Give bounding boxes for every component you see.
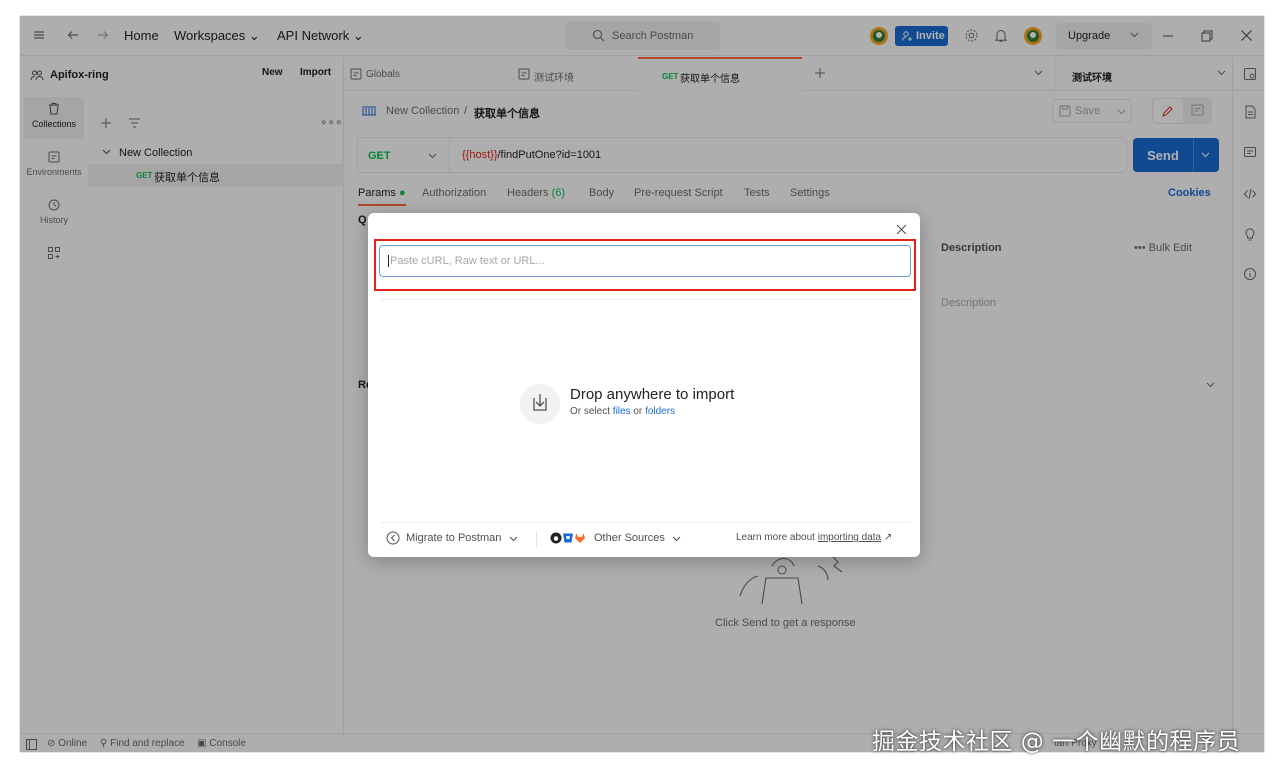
postman-app: Home Workspaces ⌄ API Network ⌄ Search P…	[19, 15, 1265, 753]
chevron-down-icon	[509, 536, 518, 542]
importing-data-link[interactable]: importing data	[818, 532, 881, 543]
drop-or: or	[633, 406, 643, 417]
paste-placeholder: Paste cURL, Raw text or URL...	[388, 255, 545, 267]
other-sources-label: Other Sources	[594, 532, 665, 544]
drop-prefix: Or select	[570, 406, 611, 417]
select-folders-link[interactable]: folders	[645, 406, 675, 417]
drop-title: Drop anywhere to import	[570, 386, 735, 403]
migrate-icon	[386, 531, 400, 545]
close-icon[interactable]	[896, 224, 907, 235]
bitbucket-icon	[562, 532, 574, 544]
footer-divider	[536, 531, 537, 547]
drop-subtitle: Or select files or folders	[570, 406, 675, 417]
gitlab-icon	[574, 532, 586, 544]
migrate-label: Migrate to Postman	[406, 532, 502, 544]
github-icon	[550, 532, 562, 544]
import-modal: Paste cURL, Raw text or URL... Drop anyw…	[368, 213, 920, 557]
modal-footer: Migrate to Postman Other Sources Learn m…	[380, 522, 910, 556]
import-icon	[520, 384, 560, 424]
paste-input[interactable]: Paste cURL, Raw text or URL...	[379, 245, 911, 277]
learn-more: Learn more about importing data ↗	[736, 532, 892, 543]
watermark: 掘金技术社区 @ 一个幽默的程序员	[872, 729, 1241, 755]
drop-zone[interactable]: Drop anywhere to import Or select files …	[380, 299, 910, 521]
paste-highlight-box: Paste cURL, Raw text or URL...	[374, 239, 916, 291]
external-link-icon: ↗	[883, 532, 893, 543]
learn-prefix: Learn more about	[736, 532, 815, 543]
select-files-link[interactable]: files	[613, 406, 631, 417]
chevron-down-icon	[672, 536, 681, 542]
